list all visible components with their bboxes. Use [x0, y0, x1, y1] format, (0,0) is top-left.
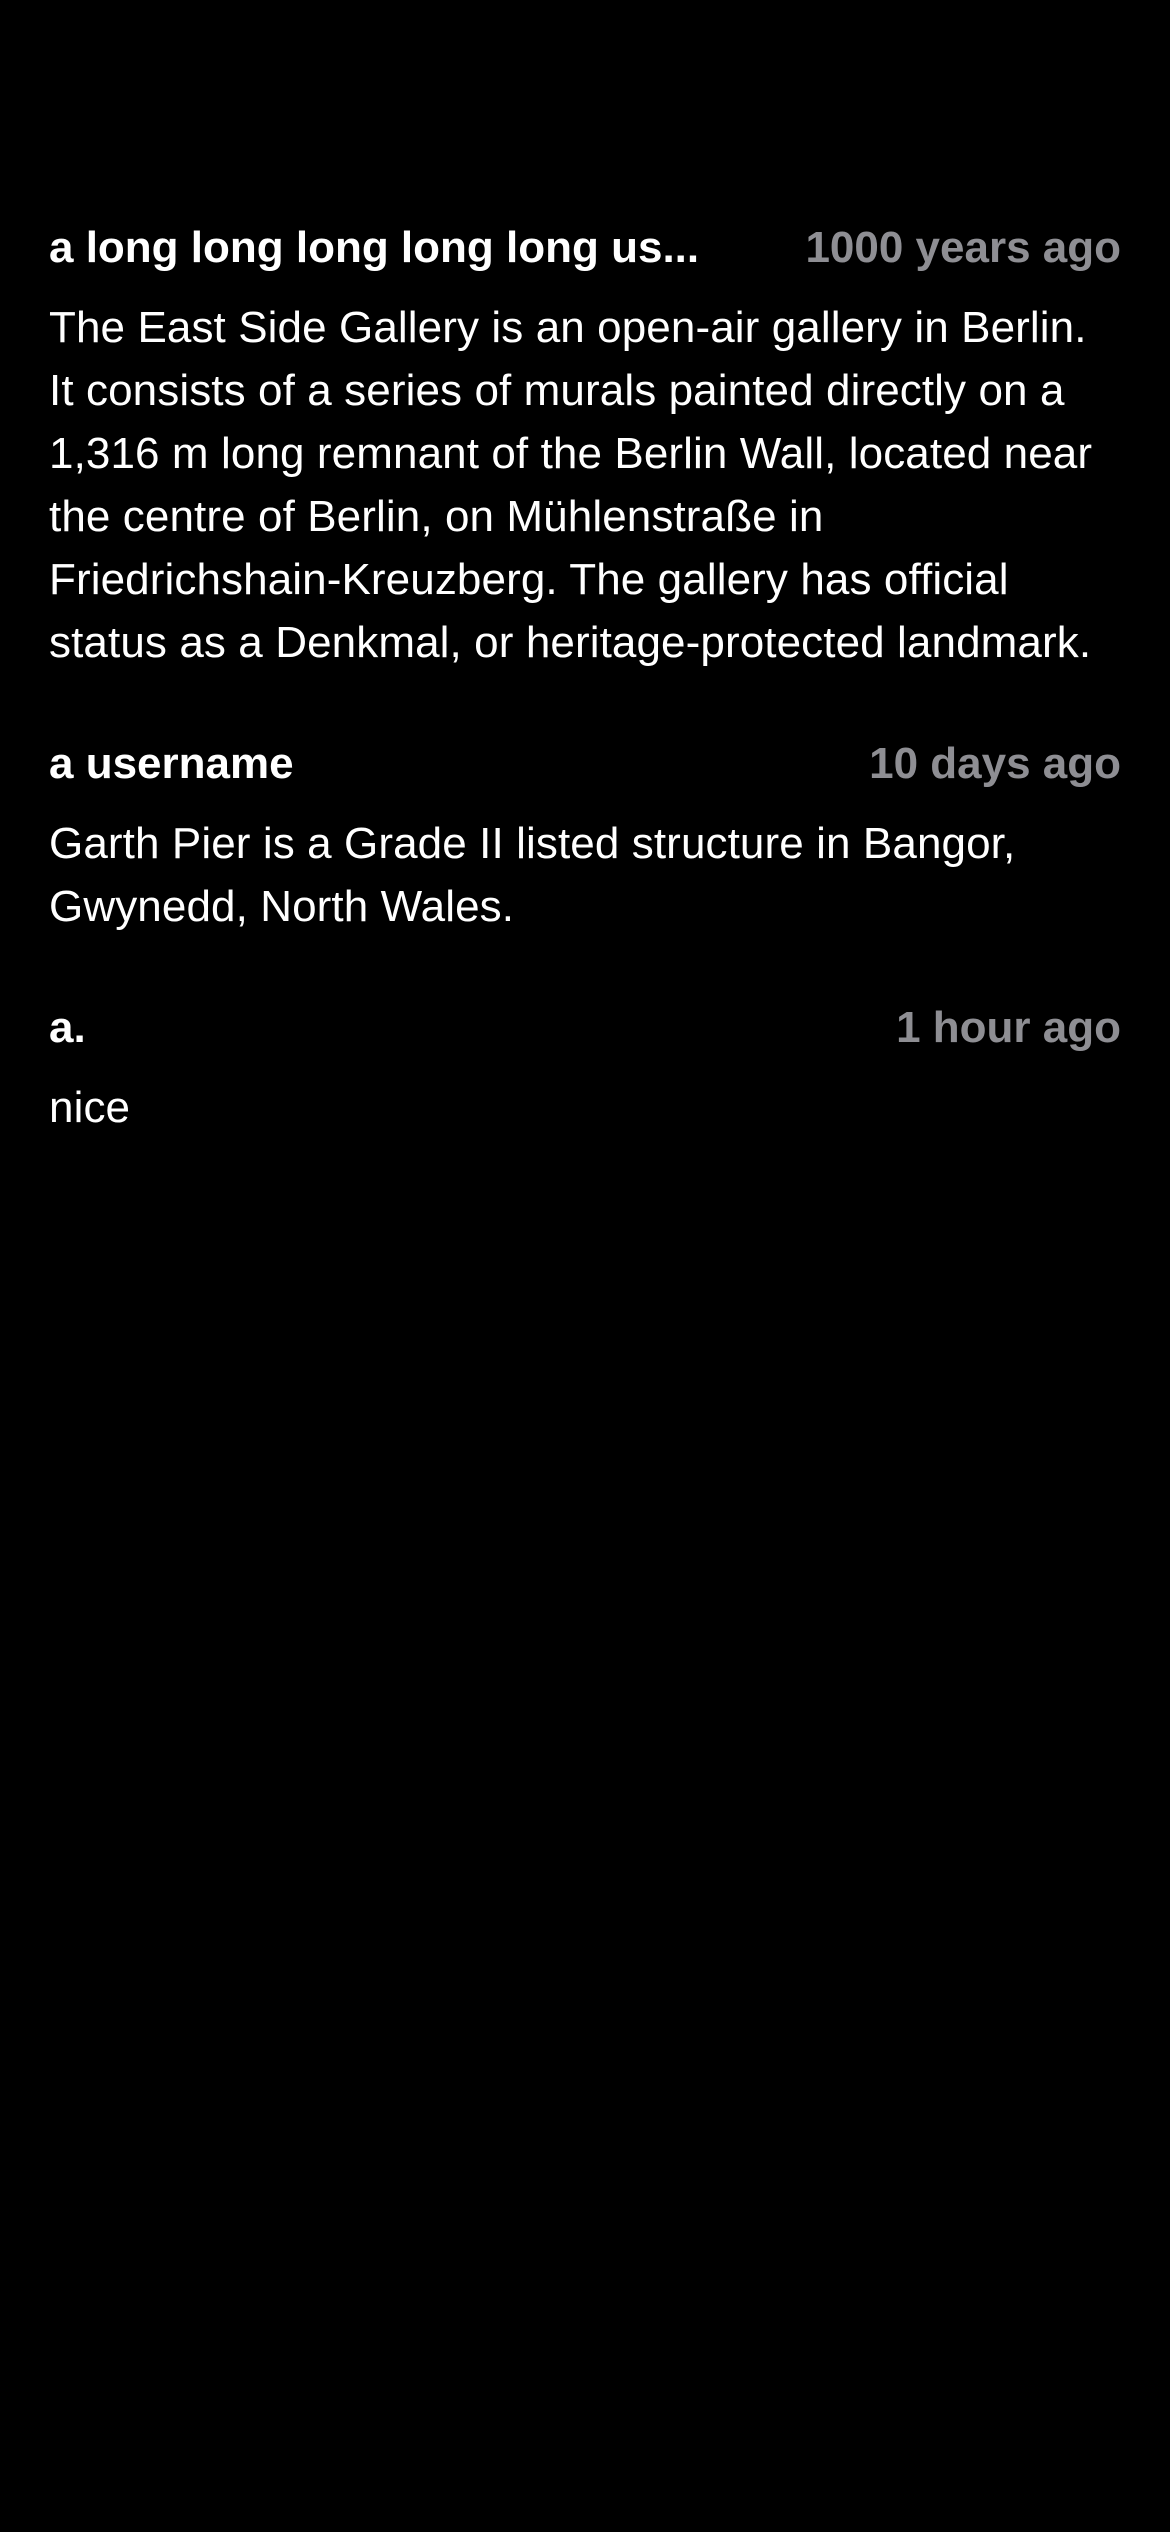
comment-username[interactable]: a long long long long long us... — [49, 216, 699, 280]
comment-timestamp: 1 hour ago — [896, 1003, 1121, 1052]
comment-timestamp: 10 days ago — [869, 739, 1121, 788]
comment-item[interactable]: a username 10 days ago Garth Pier is a G… — [49, 732, 1121, 938]
comments-screen: a long long long long long us... 1000 ye… — [0, 0, 1170, 2532]
comment-header: a long long long long long us... 1000 ye… — [49, 216, 1121, 280]
comment-timestamp: 1000 years ago — [805, 223, 1121, 272]
comment-list[interactable]: a long long long long long us... 1000 ye… — [49, 216, 1121, 1139]
comment-username[interactable]: a. — [49, 996, 86, 1060]
comment-item[interactable]: a long long long long long us... 1000 ye… — [49, 216, 1121, 674]
comment-username[interactable]: a username — [49, 732, 294, 796]
comment-body: Garth Pier is a Grade II listed structur… — [49, 819, 1016, 931]
comment-body: The East Side Gallery is an open-air gal… — [49, 303, 1093, 667]
comment-header: a. 1 hour ago — [49, 996, 1121, 1060]
comment-item[interactable]: a. 1 hour ago nice — [49, 996, 1121, 1139]
comment-header: a username 10 days ago — [49, 732, 1121, 796]
comment-body: nice — [49, 1083, 131, 1132]
